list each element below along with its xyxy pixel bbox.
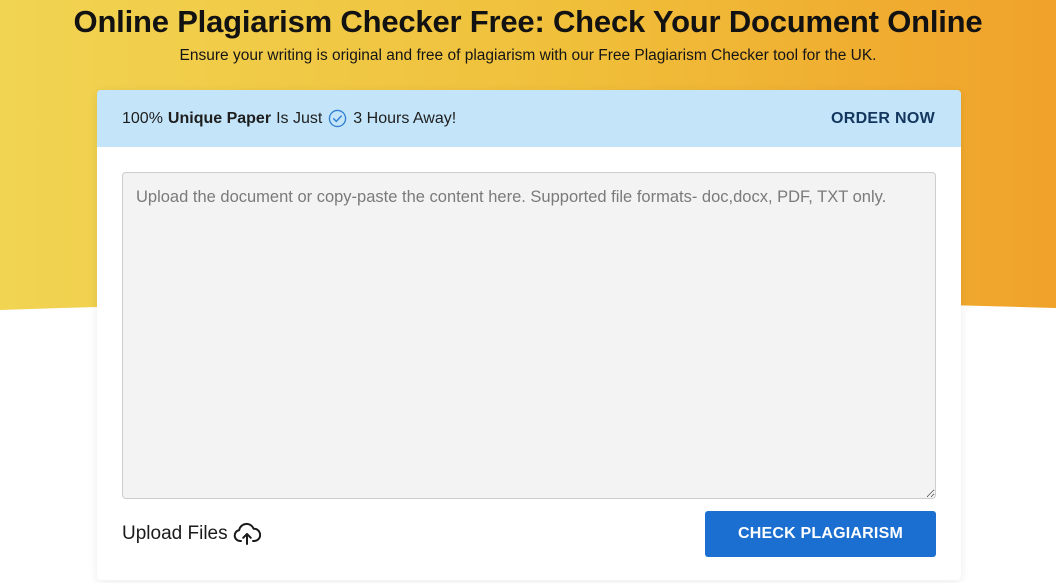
cloud-upload-icon — [233, 522, 261, 546]
promo-suffix: 3 Hours Away! — [353, 109, 457, 127]
upload-files-label: Upload Files — [122, 523, 228, 544]
promo-bold: Unique Paper — [167, 109, 272, 127]
hero-section: Online Plagiarism Checker Free: Check Yo… — [0, 0, 1056, 583]
promo-text: 100% Unique Paper Is Just 3 Hours Away! — [122, 109, 456, 128]
page-title: Online Plagiarism Checker Free: Check Yo… — [73, 4, 983, 39]
promo-banner: 100% Unique Paper Is Just 3 Hours Away! … — [97, 90, 961, 147]
check-circle-icon — [328, 109, 347, 128]
promo-prefix: 100% — [122, 109, 163, 127]
order-now-link[interactable]: ORDER NOW — [831, 110, 935, 128]
page-subtitle: Ensure your writing is original and free… — [179, 47, 877, 64]
content-textarea[interactable] — [122, 172, 936, 499]
checker-card: 100% Unique Paper Is Just 3 Hours Away! … — [97, 90, 961, 580]
upload-files-button[interactable]: Upload Files — [122, 522, 261, 546]
check-plagiarism-button[interactable]: CHECK PLAGIARISM — [705, 511, 936, 557]
editor-wrapper — [122, 172, 936, 499]
promo-middle: Is Just — [276, 109, 323, 127]
action-row: Upload Files CHECK PLAGIARISM — [122, 511, 936, 557]
